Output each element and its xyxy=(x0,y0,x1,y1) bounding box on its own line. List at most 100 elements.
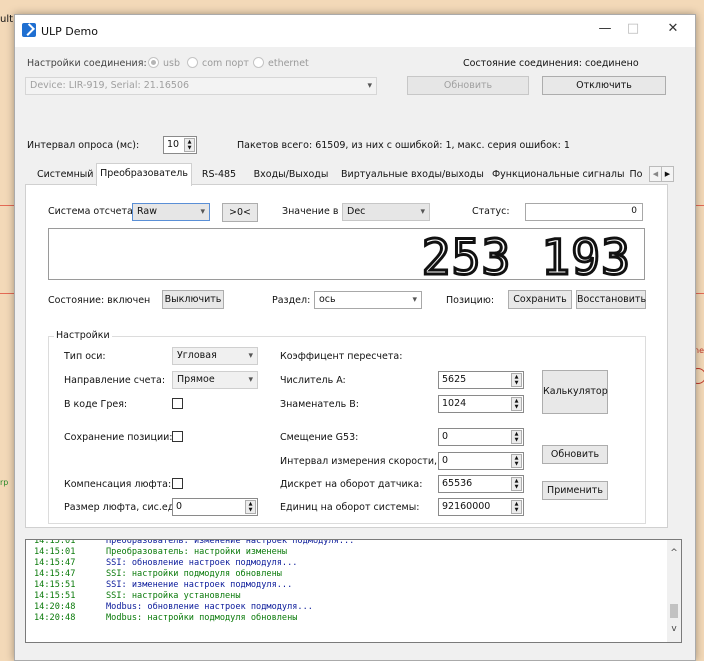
ref-system-combo[interactable]: Raw ▾ xyxy=(132,203,210,221)
spin-buttons[interactable]: ▲ ▼ xyxy=(511,500,522,514)
tab-io[interactable]: Входы/Выходы xyxy=(252,165,330,184)
update-settings-button[interactable]: Обновить xyxy=(542,445,608,464)
units-per-rev-stepper[interactable]: 92160000 ▲ ▼ xyxy=(438,498,524,516)
log-entry-time: 14:15:47 xyxy=(34,569,76,579)
tab-system[interactable]: Системный xyxy=(37,165,93,184)
packets-stats: Пакетов всего: 61509, из них с ошибкой: … xyxy=(237,140,570,151)
maximize-button[interactable]: □ xyxy=(621,21,645,39)
radio-com-port-label: com порт xyxy=(202,58,249,69)
zero-button[interactable]: >0< xyxy=(222,203,258,222)
tab-virtual-io[interactable]: Виртуальные входы/выходы xyxy=(341,165,484,184)
numerator-label: Числитель A: xyxy=(280,375,346,386)
spin-down-icon: ▼ xyxy=(187,145,192,151)
backlash-size-stepper[interactable]: 0 ▲ ▼ xyxy=(172,498,258,516)
scroll-thumb[interactable] xyxy=(670,604,678,618)
disconnect-button[interactable]: Отключить xyxy=(542,76,666,95)
chevron-down-icon: ▾ xyxy=(248,351,253,361)
log-entry-time: 14:20:48 xyxy=(34,613,76,623)
apply-settings-button[interactable]: Применить xyxy=(542,481,608,500)
tab-more[interactable]: По xyxy=(626,165,646,184)
position-label: Позицию: xyxy=(446,295,495,306)
save-position-checkbox[interactable] xyxy=(172,431,183,442)
calculator-button-label: Калькулятор xyxy=(543,386,608,397)
offset-g53-stepper[interactable]: 0 ▲ ▼ xyxy=(438,428,524,446)
denominator-stepper[interactable]: 1024 ▲ ▼ xyxy=(438,395,524,413)
background-side-text: rp xyxy=(0,478,9,487)
section-label: Раздел: xyxy=(272,295,311,306)
gray-code-checkbox[interactable] xyxy=(172,398,183,409)
spin-buttons[interactable]: ▲ ▼ xyxy=(511,397,522,411)
log-entry-text: Преобразователь: изменение настроек подм… xyxy=(106,539,355,546)
spin-buttons[interactable]: ▲ ▼ xyxy=(511,477,522,491)
status-value: 0 xyxy=(631,206,637,216)
save-position-label: Сохранение позиции: xyxy=(64,432,173,443)
app-icon xyxy=(22,23,36,37)
radio-ethernet[interactable] xyxy=(253,57,264,68)
value-in-combo[interactable]: Dec ▾ xyxy=(342,203,430,221)
section-value: ось xyxy=(319,294,336,305)
status-field: 0 xyxy=(525,203,643,221)
log-entry-text: SSI: обновление настроек подмодуля... xyxy=(106,558,298,568)
close-button[interactable]: ✕ xyxy=(661,21,685,39)
log-entry-text: SSI: настройки подмодуля обновлены xyxy=(106,569,282,579)
spin-buttons[interactable]: ▲ ▼ xyxy=(511,430,522,444)
radio-usb-label: usb xyxy=(163,58,181,69)
status-label: Статус: xyxy=(472,206,510,217)
log-scrollbar[interactable]: ^ v xyxy=(667,540,681,642)
restore-position-button[interactable]: Восстановить xyxy=(576,290,646,309)
tab-converter[interactable]: Преобразователь xyxy=(96,163,192,186)
count-direction-combo[interactable]: Прямое ▾ xyxy=(172,371,258,389)
coefficient-label: Коэффицент пересчета: xyxy=(280,351,403,362)
log-entry-text: SSI: изменение настроек подмодуля... xyxy=(106,580,293,590)
tab-functional-signals[interactable]: Функциональные сигналы xyxy=(492,165,624,184)
save-position-button[interactable]: Сохранить xyxy=(508,290,572,309)
refresh-connection-button[interactable]: Обновить xyxy=(407,76,529,95)
log-entry: 14:20:48 Modbus: обновление настроек подм… xyxy=(34,602,313,612)
minimize-button[interactable]: — xyxy=(593,21,617,39)
sensor-discrete-stepper[interactable]: 65536 ▲ ▼ xyxy=(438,475,524,493)
section-combo[interactable]: ось ▾ xyxy=(314,291,422,309)
count-direction-label: Направление счета: xyxy=(64,375,166,386)
chevron-down-icon: ▾ xyxy=(200,207,205,217)
poll-interval-value: 10 xyxy=(167,139,180,150)
speed-interval-label: Интервал измерения скорости, мс: xyxy=(280,456,456,467)
ref-system-label: Система отсчета: xyxy=(48,206,137,217)
log-entry-time: 14:15:01 xyxy=(34,539,76,546)
axis-type-combo[interactable]: Угловая ▾ xyxy=(172,347,258,365)
spin-buttons[interactable]: ▲ ▼ xyxy=(245,500,256,514)
scroll-down-icon[interactable]: v xyxy=(667,624,681,634)
radio-usb[interactable] xyxy=(148,57,159,68)
log-entry-time: 14:15:47 xyxy=(34,558,76,568)
units-per-rev-label: Единиц на оборот системы: xyxy=(280,502,420,513)
poll-interval-stepper[interactable]: 10 ▲ ▼ xyxy=(163,136,197,154)
log-entry: 14:15:47 SSI: обновление настроек подмоду… xyxy=(34,558,297,568)
backlash-comp-checkbox[interactable] xyxy=(172,478,183,489)
backlash-comp-label: Компенсация люфта: xyxy=(64,479,172,490)
tab-rs485[interactable]: RS-485 xyxy=(198,165,240,184)
chevron-down-icon: ▾ xyxy=(367,81,372,91)
device-value: Device: LIR-919, Serial: 21.16506 xyxy=(30,80,190,91)
gray-code-label: В коде Грея: xyxy=(64,399,128,410)
title-bar: ULP Demo — □ ✕ xyxy=(15,15,695,47)
connection-status: Состояние соединения: соединено xyxy=(463,58,639,69)
connection-settings-label: Настройки соединения: xyxy=(27,58,147,69)
radio-com-port[interactable] xyxy=(187,57,198,68)
event-log[interactable]: 14:15:01 Преобразователь: изменение настр… xyxy=(25,539,682,643)
chevron-down-icon: ▾ xyxy=(248,375,253,385)
speed-interval-value: 0 xyxy=(442,455,449,466)
spin-buttons[interactable]: ▲ ▼ xyxy=(511,454,522,468)
numerator-stepper[interactable]: 5625 ▲ ▼ xyxy=(438,371,524,389)
backlash-size-value: 0 xyxy=(176,501,183,512)
spin-down-icon: ▼ xyxy=(514,380,519,386)
calculator-button[interactable]: Калькулятор xyxy=(542,370,608,414)
log-entry-text: Modbus: настройки подмодуля обновлены xyxy=(106,613,298,623)
speed-interval-stepper[interactable]: 0 ▲ ▼ xyxy=(438,452,524,470)
spin-down-icon: ▼ xyxy=(248,507,253,513)
spin-buttons[interactable]: ▲ ▼ xyxy=(184,138,195,152)
device-combo[interactable]: Device: LIR-919, Serial: 21.16506 ▾ xyxy=(25,77,377,95)
spin-buttons[interactable]: ▲ ▼ xyxy=(511,373,522,387)
scroll-up-icon[interactable]: ^ xyxy=(667,548,681,558)
tab-scroll-right-icon[interactable]: ▶ xyxy=(661,166,674,182)
log-entry-time: 14:15:51 xyxy=(34,580,76,590)
toggle-state-button[interactable]: Выключить xyxy=(162,290,224,309)
